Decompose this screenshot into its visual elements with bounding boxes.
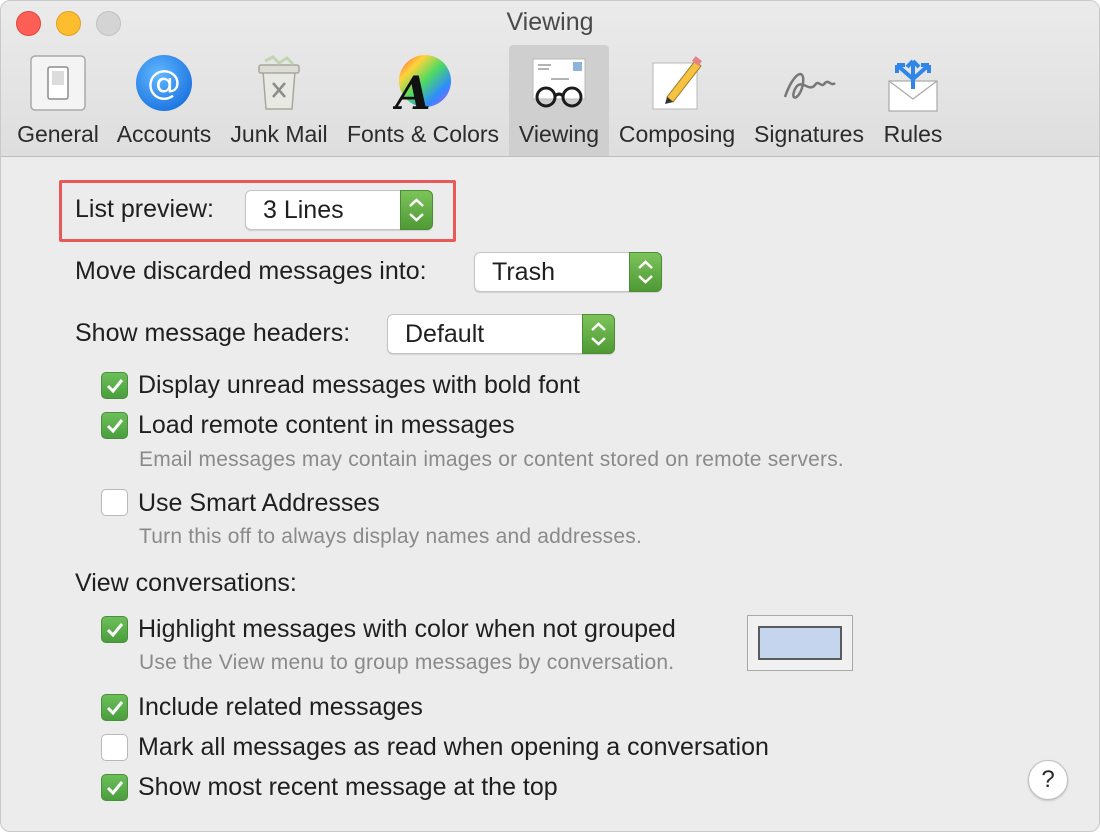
tab-signatures-label: Signatures — [754, 121, 864, 147]
svg-text:A: A — [393, 66, 431, 113]
chevron-updown-icon — [582, 314, 615, 354]
tab-general[interactable]: General — [13, 45, 103, 156]
recent-top-label: Show most recent message at the top — [138, 773, 558, 801]
bold-unread-checkbox[interactable] — [101, 372, 128, 399]
checkmark-icon — [106, 701, 124, 716]
mark-read-label: Mark all messages as read when opening a… — [138, 733, 769, 761]
remote-content-hint: Email messages may contain images or con… — [139, 448, 844, 471]
trash-can-icon — [249, 53, 309, 113]
tab-accounts-label: Accounts — [116, 121, 212, 147]
checkmark-icon — [106, 781, 124, 796]
smart-addresses-label: Use Smart Addresses — [138, 489, 380, 517]
recent-top-checkbox[interactable] — [101, 774, 128, 801]
tab-general-label: General — [17, 121, 99, 147]
tab-junk-mail-label: Junk Mail — [230, 121, 328, 147]
window-title: Viewing — [506, 8, 594, 36]
at-sign-icon: @ — [134, 53, 194, 113]
tab-viewing[interactable]: Viewing — [509, 45, 609, 156]
move-discarded-value: Trash — [492, 258, 555, 286]
view-conversations-heading: View conversations: — [75, 569, 297, 597]
tab-accounts[interactable]: @ Accounts — [111, 45, 217, 156]
bold-unread-label: Display unread messages with bold font — [138, 371, 580, 399]
checkmark-icon — [106, 379, 124, 394]
tab-fonts-colors-label: Fonts & Colors — [346, 121, 500, 147]
tab-rules[interactable]: Rules — [877, 45, 949, 156]
message-headers-label: Show message headers: — [75, 319, 351, 347]
pencil-paper-icon — [647, 53, 707, 113]
tab-fonts-colors[interactable]: A Fonts & Colors — [343, 45, 503, 156]
help-button[interactable]: ? — [1028, 760, 1068, 800]
tab-composing[interactable]: Composing — [615, 45, 739, 156]
chevron-updown-icon — [629, 252, 662, 292]
list-preview-label: List preview: — [75, 195, 214, 223]
highlight-color-checkbox[interactable] — [101, 616, 128, 643]
move-discarded-label: Move discarded messages into: — [75, 257, 427, 285]
highlight-color-hint: Use the View menu to group messages by c… — [139, 651, 675, 674]
message-headers-value: Default — [405, 320, 485, 348]
related-messages-label: Include related messages — [138, 693, 423, 721]
tab-viewing-label: Viewing — [518, 121, 600, 147]
mark-read-checkbox[interactable] — [101, 734, 128, 761]
highlight-color-swatch — [758, 626, 842, 660]
tab-composing-label: Composing — [618, 121, 736, 147]
smart-addresses-checkbox[interactable] — [101, 489, 128, 516]
tab-signatures[interactable]: Signatures — [749, 45, 869, 156]
smart-addresses-hint: Turn this off to always display names an… — [139, 525, 642, 548]
checkmark-icon — [106, 623, 124, 638]
envelope-arrows-icon — [883, 53, 943, 113]
color-wheel-font-icon: A — [391, 53, 453, 120]
message-headers-popup[interactable]: Default — [387, 314, 615, 354]
preferences-toolbar: Viewing General @ Accounts Junk Mail A F… — [1, 1, 1099, 157]
svg-text:@: @ — [147, 63, 181, 103]
remote-content-label: Load remote content in messages — [138, 411, 515, 439]
move-discarded-popup[interactable]: Trash — [474, 252, 662, 292]
related-messages-checkbox[interactable] — [101, 694, 128, 721]
tab-rules-label: Rules — [883, 121, 943, 147]
glasses-envelope-icon — [529, 53, 589, 113]
checkmark-icon — [106, 419, 124, 434]
list-preview-value: 3 Lines — [263, 196, 344, 224]
list-preview-popup[interactable]: 3 Lines — [245, 190, 433, 230]
chevron-updown-icon — [400, 190, 433, 230]
highlight-color-label: Highlight messages with color when not g… — [138, 615, 676, 643]
remote-content-checkbox[interactable] — [101, 412, 128, 439]
general-switch-icon — [28, 53, 88, 113]
signature-icon — [779, 53, 839, 113]
tab-junk-mail[interactable]: Junk Mail — [227, 45, 331, 156]
preferences-window: Viewing General @ Accounts Junk Mail A F… — [0, 0, 1100, 832]
highlight-color-well[interactable] — [747, 615, 853, 671]
